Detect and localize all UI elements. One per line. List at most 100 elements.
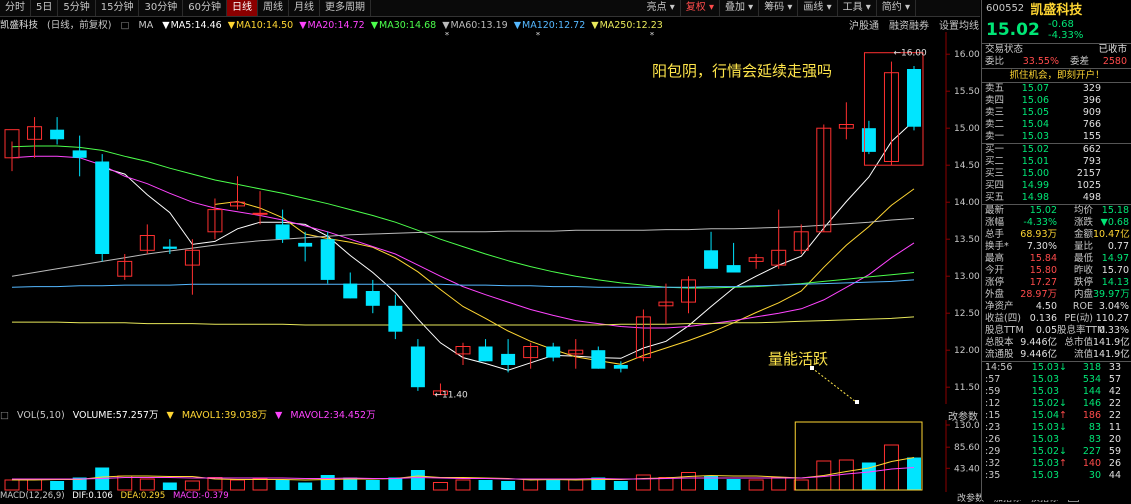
- tick-time: :32: [985, 458, 1001, 469]
- candle-body: [388, 305, 403, 332]
- kline-chart[interactable]: 16.00 15.50 15.00 14.50 14.00 13.50 13.00 12.50…: [0, 32, 980, 404]
- tick-volume: 186: [1082, 410, 1101, 421]
- hgt-button[interactable]: 沪股通: [849, 17, 879, 32]
- bid-price: 14.98: [1021, 192, 1049, 203]
- candle-body: [365, 291, 380, 306]
- panel-header: 600552 凯盛科技: [982, 0, 1131, 18]
- bid-volume: 1025: [1076, 180, 1101, 191]
- tick-time: :26: [985, 434, 1001, 445]
- bid-label: 买二: [985, 156, 1005, 167]
- volume-bar: [230, 479, 245, 491]
- period-tab[interactable]: 60分钟: [183, 0, 227, 16]
- bid-volume: 662: [1082, 144, 1101, 155]
- vol-header: □ VOL(5,10) VOLUME:57.257万 ▼ MAVOL1:39.0…: [0, 407, 980, 421]
- quote-label: 股息TTM: [985, 325, 1024, 336]
- tool-button[interactable]: 复权 ▾: [681, 0, 720, 16]
- tool-button[interactable]: 筹码 ▾: [759, 0, 799, 16]
- tick-row: :23 15.03 ↓ 83 11: [982, 422, 1131, 434]
- chart-mode: (日线，前复权): [47, 20, 112, 31]
- tick-count: 42: [1108, 386, 1121, 397]
- tick-volume: 144: [1082, 386, 1101, 397]
- ask-row: 卖五 15.07 329: [982, 83, 1131, 95]
- ma-arrow-icon: ▼: [442, 20, 450, 31]
- event-marker-icon: *: [445, 32, 450, 41]
- ratio-label: 委比: [985, 56, 1005, 67]
- event-marker-icon: *: [650, 32, 655, 41]
- annotation-dot: [855, 400, 859, 404]
- tick-volume: 318: [1082, 362, 1101, 373]
- ma-value: MA5:14.46: [170, 20, 222, 31]
- period-tab[interactable]: 日线: [226, 0, 258, 16]
- ma-value: MA250:12.23: [599, 20, 663, 31]
- bid-row: 买三 15.00 2157: [982, 168, 1131, 180]
- quote-label: ROE: [1072, 301, 1093, 312]
- ask-price: 15.03: [1021, 131, 1049, 142]
- quote-row: 流通股 9.446亿 流值 141.9亿: [982, 349, 1131, 361]
- tool-button[interactable]: 工具 ▾: [838, 0, 877, 16]
- quote-label: 涨停: [985, 277, 1005, 288]
- price-tick-label: 13.00: [954, 272, 980, 282]
- period-tab[interactable]: 15分钟: [96, 0, 140, 16]
- quote-label: 今开: [985, 265, 1005, 276]
- ask-volume: 766: [1082, 119, 1101, 130]
- bid-volume: 498: [1082, 192, 1101, 203]
- period-tab[interactable]: 更多周期: [320, 0, 371, 16]
- candle-body: [501, 353, 516, 365]
- ma-arrow-icon: ▼: [591, 20, 599, 31]
- ma-label: MA: [138, 20, 154, 31]
- tool-button[interactable]: 叠加 ▾: [720, 0, 760, 16]
- tick-price: 15.03: [1031, 470, 1059, 481]
- candle-body: [478, 346, 493, 362]
- tick-row: :32 15.03 ↑ 140 26: [982, 458, 1131, 470]
- tool-button[interactable]: 画线 ▾: [798, 0, 838, 16]
- volume-bar: [501, 481, 516, 490]
- bid-label: 买五: [985, 192, 1005, 203]
- quote-value: 15.18: [1101, 205, 1129, 216]
- annotation-arrow: [811, 367, 857, 403]
- period-tab[interactable]: 5日: [31, 0, 59, 16]
- volume-chart[interactable]: 130.00 85.60 43.40: [0, 420, 980, 492]
- ma-settings-button[interactable]: 设置均线: [939, 17, 979, 32]
- ma-line-ma250: [12, 316, 915, 326]
- volume-bar: [275, 480, 290, 490]
- tick-time: :12: [985, 398, 1001, 409]
- volume-bar: [50, 481, 65, 490]
- arrow-up-icon: ↑: [1059, 458, 1067, 469]
- tick-list: 14:56 15.03 ↓ 318 33:57 15.03 534 57:59 15.03 144…: [982, 361, 1131, 482]
- open-account-link[interactable]: 抓住机会，即刻开户！: [982, 68, 1131, 83]
- edit-params-button[interactable]: 改参数: [957, 491, 984, 504]
- bid-volume: 2157: [1076, 168, 1101, 179]
- tick-price: 15.03: [1031, 422, 1059, 433]
- period-tab[interactable]: 周线: [258, 0, 289, 16]
- annotation-top: 阳包阴，行情会延续走强吗: [652, 62, 833, 80]
- volume-bar: [546, 480, 561, 490]
- ma-line-ma10: [214, 188, 915, 365]
- quote-label: 均价: [1073, 205, 1093, 216]
- tool-button[interactable]: 亮点 ▾: [642, 0, 681, 16]
- candle-body: [50, 129, 65, 140]
- quote-row: 净资产 4.50 ROE 3.04%: [982, 301, 1131, 313]
- tool-button[interactable]: 简约 ▾: [877, 0, 916, 16]
- ask-label: 卖五: [985, 83, 1005, 94]
- period-tab[interactable]: 月线: [289, 0, 320, 16]
- tick-time: :15: [985, 410, 1001, 421]
- quote-row: 换手* 7.30% 量比 0.77: [982, 241, 1131, 253]
- bid-row: 买四 14.99 1025: [982, 180, 1131, 192]
- period-tab[interactable]: 30分钟: [139, 0, 184, 16]
- tick-time: :59: [985, 386, 1001, 397]
- volume-bar: [748, 479, 764, 491]
- period-tab[interactable]: 分时: [0, 0, 31, 16]
- quote-label: 最高: [985, 253, 1005, 264]
- bid-price: 14.99: [1021, 180, 1049, 191]
- ma-toggle-icon[interactable]: □: [121, 20, 130, 31]
- quote-label: 内盘: [1073, 289, 1093, 300]
- tick-time: 14:56: [985, 362, 1013, 373]
- status-label: 交易状态: [985, 44, 1024, 55]
- price-tick-label: 16.00: [954, 50, 980, 60]
- period-tab[interactable]: 5分钟: [58, 0, 96, 16]
- vol-ma-line-mavol1: [12, 457, 915, 481]
- margin-button[interactable]: 融资融券: [889, 17, 929, 32]
- quote-value: 141.9亿: [1093, 337, 1130, 348]
- ratio-value: 33.55%: [1022, 56, 1059, 67]
